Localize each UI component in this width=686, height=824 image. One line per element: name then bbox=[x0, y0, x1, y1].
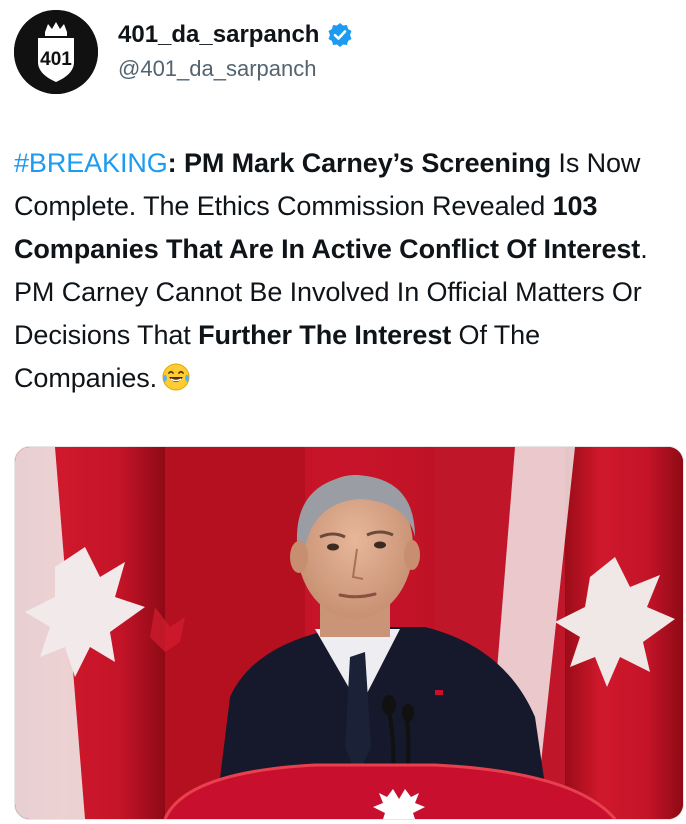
verified-badge-icon bbox=[328, 23, 352, 47]
tweet-media-photo[interactable] bbox=[14, 446, 684, 820]
tweet-header: 401 401_da_sarpanch @401_da_sarpanch bbox=[14, 10, 674, 100]
text-bold-3: Further The Interest bbox=[198, 320, 452, 350]
author-display-name[interactable]: 401_da_sarpanch bbox=[118, 20, 319, 50]
text-bold-1: PM Mark Carney’s Screening bbox=[176, 148, 552, 178]
avatar-number: 401 bbox=[40, 49, 72, 70]
hashtag-link[interactable]: #BREAKING bbox=[14, 148, 168, 178]
author-handle[interactable]: @401_da_sarpanch bbox=[118, 54, 353, 84]
text-colon: : bbox=[167, 148, 177, 178]
speaker-at-podium-image bbox=[15, 447, 683, 819]
highway-shield-icon: 401 bbox=[14, 10, 98, 94]
tweet-body: #BREAKING: PM Mark Carney’s Screening Is… bbox=[14, 142, 674, 400]
laughing-tears-emoji-icon bbox=[162, 363, 190, 391]
profile-avatar[interactable]: 401 bbox=[14, 10, 98, 94]
